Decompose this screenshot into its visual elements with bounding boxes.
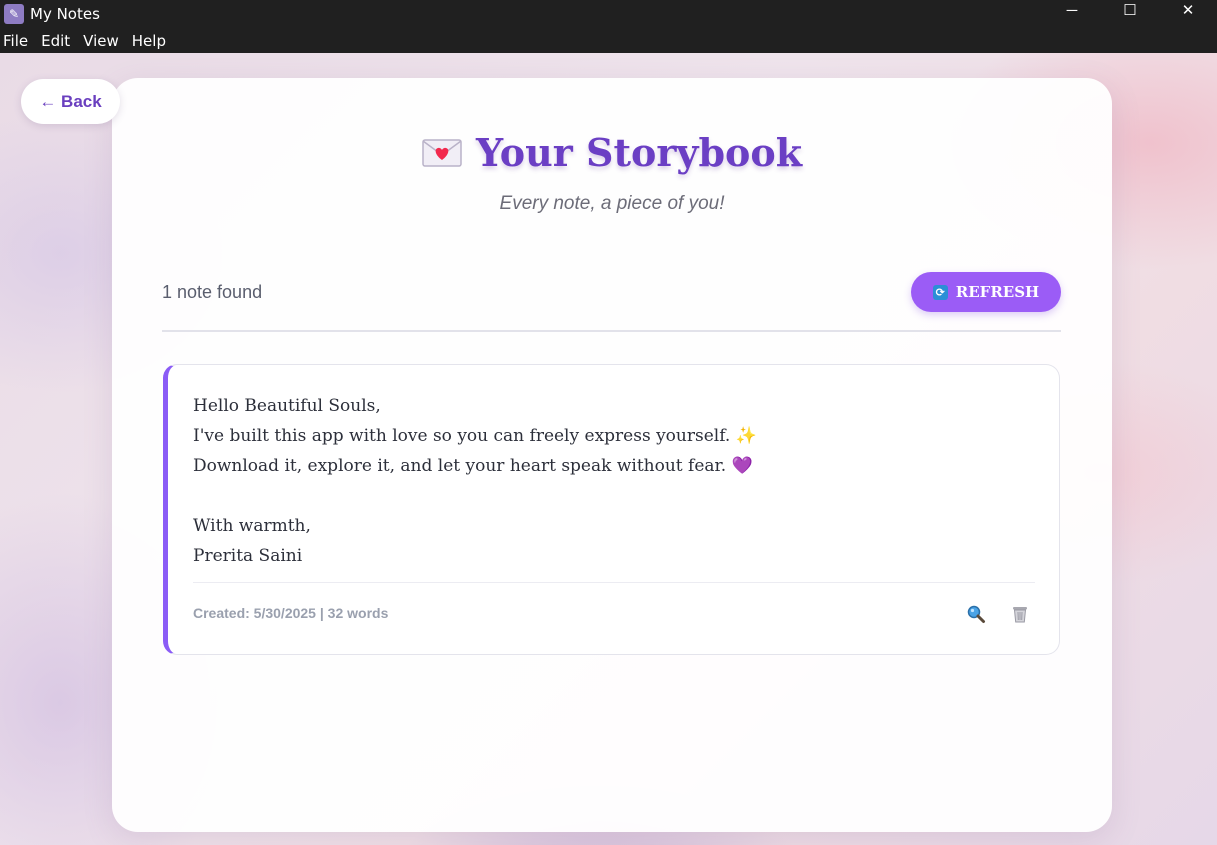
note-count: 1 note found [162, 282, 263, 302]
window-title: My Notes [30, 5, 100, 23]
note-line: Hello Beautiful Souls, [193, 396, 381, 416]
delete-icon[interactable] [1009, 603, 1031, 625]
minimize-button[interactable]: ─ [1043, 0, 1101, 20]
view-icon[interactable] [965, 603, 987, 625]
refresh-button[interactable]: ⟳ REFRESH [911, 272, 1061, 312]
note-line: I've built this app with love so you can… [193, 426, 757, 446]
note-meta: Created: 5/30/2025 | 32 words [193, 605, 389, 621]
divider [162, 330, 1061, 332]
page-title: Your Storybook [475, 130, 803, 175]
menu-view[interactable]: View [80, 32, 129, 50]
back-button[interactable]: ← Back [21, 79, 120, 124]
note-card[interactable]: Hello Beautiful Souls, I've built this a… [163, 364, 1060, 655]
note-line [193, 481, 1033, 511]
refresh-icon: ⟳ [932, 284, 948, 300]
refresh-label: REFRESH [955, 283, 1040, 301]
window-titlebar: ✎ My Notes ─ ☐ ✕ [0, 0, 1217, 28]
window-controls: ─ ☐ ✕ [1043, 0, 1217, 28]
page-header: Your Storybook Every note, a piece of yo… [112, 130, 1112, 215]
maximize-button[interactable]: ☐ [1101, 0, 1159, 20]
note-content: Hello Beautiful Souls, I've built this a… [193, 391, 1033, 571]
note-line: Download it, explore it, and let your he… [193, 456, 753, 476]
close-button[interactable]: ✕ [1159, 0, 1217, 20]
note-line: With warmth, [193, 516, 311, 536]
menu-file[interactable]: File [0, 32, 38, 50]
love-letter-icon [422, 138, 462, 167]
note-divider [193, 582, 1035, 583]
menu-bar: File Edit View Help [0, 28, 1217, 53]
note-line: Prerita Saini [193, 546, 303, 566]
page-subtitle: Every note, a piece of you! [499, 193, 725, 214]
menu-edit[interactable]: Edit [38, 32, 80, 50]
notes-app-icon: ✎ [4, 4, 24, 24]
menu-help[interactable]: Help [129, 32, 176, 50]
